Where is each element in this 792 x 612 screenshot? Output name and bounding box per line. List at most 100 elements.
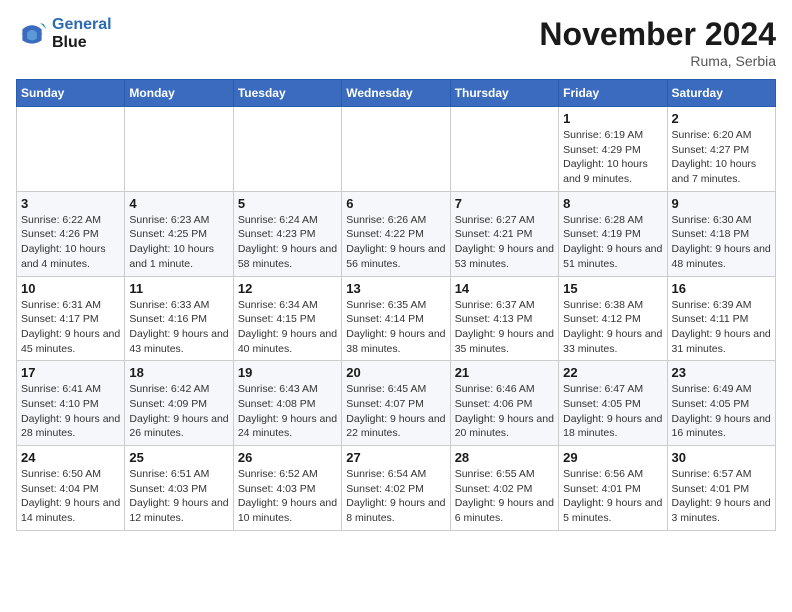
calendar-cell [450,107,558,192]
calendar-cell: 19 Sunrise: 6:43 AM Sunset: 4:08 PM Dayli… [233,361,341,446]
day-number: 4 [129,196,228,211]
day-info: Sunrise: 6:38 AM Sunset: 4:12 PM Dayligh… [563,298,662,357]
calendar-table: SundayMondayTuesdayWednesdayThursdayFrid… [16,79,776,531]
header-day: Thursday [450,80,558,107]
calendar-cell: 18Sunrise: 6:42 AM Sunset: 4:09 PM Dayli… [125,361,233,446]
calendar-cell [125,107,233,192]
calendar-cell: 23 Sunrise: 6:49 AM Sunset: 4:05 PM Dayli… [667,361,775,446]
day-number: 13 [346,281,445,296]
day-number: 5 [238,196,337,211]
day-info: Sunrise: 6:23 AM Sunset: 4:25 PM Dayligh… [129,213,228,272]
calendar-cell: 22 Sunrise: 6:47 AM Sunset: 4:05 PM Dayli… [559,361,667,446]
header-day: Saturday [667,80,775,107]
calendar-cell: 1Sunrise: 6:19 AM Sunset: 4:29 PM Daylig… [559,107,667,192]
header-day: Sunday [17,80,125,107]
day-number: 27 [346,450,445,465]
day-info: Sunrise: 6:31 AM Sunset: 4:17 PM Dayligh… [21,298,120,357]
day-number: 16 [672,281,771,296]
day-number: 11 [129,281,228,296]
header-day: Tuesday [233,80,341,107]
day-info: Sunrise: 6:20 AM Sunset: 4:27 PM Dayligh… [672,128,771,187]
day-number: 20 [346,365,445,380]
calendar-cell: 26 Sunrise: 6:52 AM Sunset: 4:03 PM Dayli… [233,446,341,531]
calendar-cell: 15 Sunrise: 6:38 AM Sunset: 4:12 PM Dayli… [559,276,667,361]
day-info: Sunrise: 6:43 AM Sunset: 4:08 PM Dayligh… [238,382,337,441]
day-number: 6 [346,196,445,211]
header-day: Monday [125,80,233,107]
calendar-cell: 6 Sunrise: 6:26 AM Sunset: 4:22 PM Daylig… [342,191,450,276]
calendar-cell: 17Sunrise: 6:41 AM Sunset: 4:10 PM Dayli… [17,361,125,446]
calendar-cell: 25 Sunrise: 6:51 AM Sunset: 4:03 PM Dayli… [125,446,233,531]
calendar-cell: 12 Sunrise: 6:34 AM Sunset: 4:15 PM Dayli… [233,276,341,361]
day-number: 9 [672,196,771,211]
page-header: General Blue November 2024 Ruma, Serbia [16,16,776,69]
day-info: Sunrise: 6:56 AM Sunset: 4:01 PM Dayligh… [563,467,662,526]
month-title: November 2024 [539,16,776,53]
day-number: 29 [563,450,662,465]
day-number: 21 [455,365,554,380]
calendar-cell: 29 Sunrise: 6:56 AM Sunset: 4:01 PM Dayli… [559,446,667,531]
day-number: 30 [672,450,771,465]
calendar-cell: 11 Sunrise: 6:33 AM Sunset: 4:16 PM Dayli… [125,276,233,361]
day-info: Sunrise: 6:52 AM Sunset: 4:03 PM Dayligh… [238,467,337,526]
day-info: Sunrise: 6:39 AM Sunset: 4:11 PM Dayligh… [672,298,771,357]
day-number: 15 [563,281,662,296]
title-block: November 2024 Ruma, Serbia [539,16,776,69]
calendar-cell: 3Sunrise: 6:22 AM Sunset: 4:26 PM Daylig… [17,191,125,276]
day-info: Sunrise: 6:35 AM Sunset: 4:14 PM Dayligh… [346,298,445,357]
day-info: Sunrise: 6:50 AM Sunset: 4:04 PM Dayligh… [21,467,120,526]
calendar-cell [342,107,450,192]
day-info: Sunrise: 6:54 AM Sunset: 4:02 PM Dayligh… [346,467,445,526]
day-info: Sunrise: 6:37 AM Sunset: 4:13 PM Dayligh… [455,298,554,357]
calendar-cell: 21Sunrise: 6:46 AM Sunset: 4:06 PM Dayli… [450,361,558,446]
day-info: Sunrise: 6:27 AM Sunset: 4:21 PM Dayligh… [455,213,554,272]
day-number: 28 [455,450,554,465]
day-number: 2 [672,111,771,126]
day-number: 24 [21,450,120,465]
calendar-cell: 8 Sunrise: 6:28 AM Sunset: 4:19 PM Daylig… [559,191,667,276]
calendar-cell: 14Sunrise: 6:37 AM Sunset: 4:13 PM Dayli… [450,276,558,361]
calendar-header: SundayMondayTuesdayWednesdayThursdayFrid… [17,80,776,107]
calendar-week: 17Sunrise: 6:41 AM Sunset: 4:10 PM Dayli… [17,361,776,446]
calendar-cell: 2 Sunrise: 6:20 AM Sunset: 4:27 PM Daylig… [667,107,775,192]
day-info: Sunrise: 6:28 AM Sunset: 4:19 PM Dayligh… [563,213,662,272]
calendar-week: 10 Sunrise: 6:31 AM Sunset: 4:17 PM Dayli… [17,276,776,361]
day-number: 25 [129,450,228,465]
calendar-cell [233,107,341,192]
calendar-cell [17,107,125,192]
day-number: 8 [563,196,662,211]
calendar-week: 24 Sunrise: 6:50 AM Sunset: 4:04 PM Dayli… [17,446,776,531]
day-info: Sunrise: 6:42 AM Sunset: 4:09 PM Dayligh… [129,382,228,441]
day-info: Sunrise: 6:34 AM Sunset: 4:15 PM Dayligh… [238,298,337,357]
logo-text: General Blue [52,16,112,51]
day-info: Sunrise: 6:33 AM Sunset: 4:16 PM Dayligh… [129,298,228,357]
calendar-cell: 4 Sunrise: 6:23 AM Sunset: 4:25 PM Daylig… [125,191,233,276]
calendar-cell: 7 Sunrise: 6:27 AM Sunset: 4:21 PM Daylig… [450,191,558,276]
header-row: SundayMondayTuesdayWednesdayThursdayFrid… [17,80,776,107]
day-info: Sunrise: 6:55 AM Sunset: 4:02 PM Dayligh… [455,467,554,526]
day-info: Sunrise: 6:26 AM Sunset: 4:22 PM Dayligh… [346,213,445,272]
header-day: Wednesday [342,80,450,107]
day-number: 23 [672,365,771,380]
calendar-cell: 10 Sunrise: 6:31 AM Sunset: 4:17 PM Dayli… [17,276,125,361]
calendar-cell: 30Sunrise: 6:57 AM Sunset: 4:01 PM Dayli… [667,446,775,531]
day-number: 17 [21,365,120,380]
day-info: Sunrise: 6:22 AM Sunset: 4:26 PM Dayligh… [21,213,120,272]
calendar-cell: 9Sunrise: 6:30 AM Sunset: 4:18 PM Daylig… [667,191,775,276]
day-number: 7 [455,196,554,211]
day-info: Sunrise: 6:47 AM Sunset: 4:05 PM Dayligh… [563,382,662,441]
day-number: 19 [238,365,337,380]
day-number: 26 [238,450,337,465]
day-info: Sunrise: 6:51 AM Sunset: 4:03 PM Dayligh… [129,467,228,526]
day-number: 10 [21,281,120,296]
calendar-cell: 28 Sunrise: 6:55 AM Sunset: 4:02 PM Dayli… [450,446,558,531]
day-number: 22 [563,365,662,380]
day-number: 1 [563,111,662,126]
day-number: 12 [238,281,337,296]
day-info: Sunrise: 6:45 AM Sunset: 4:07 PM Dayligh… [346,382,445,441]
calendar-week: 3Sunrise: 6:22 AM Sunset: 4:26 PM Daylig… [17,191,776,276]
calendar-cell: 24 Sunrise: 6:50 AM Sunset: 4:04 PM Dayli… [17,446,125,531]
calendar-cell: 5Sunrise: 6:24 AM Sunset: 4:23 PM Daylig… [233,191,341,276]
day-info: Sunrise: 6:49 AM Sunset: 4:05 PM Dayligh… [672,382,771,441]
header-day: Friday [559,80,667,107]
